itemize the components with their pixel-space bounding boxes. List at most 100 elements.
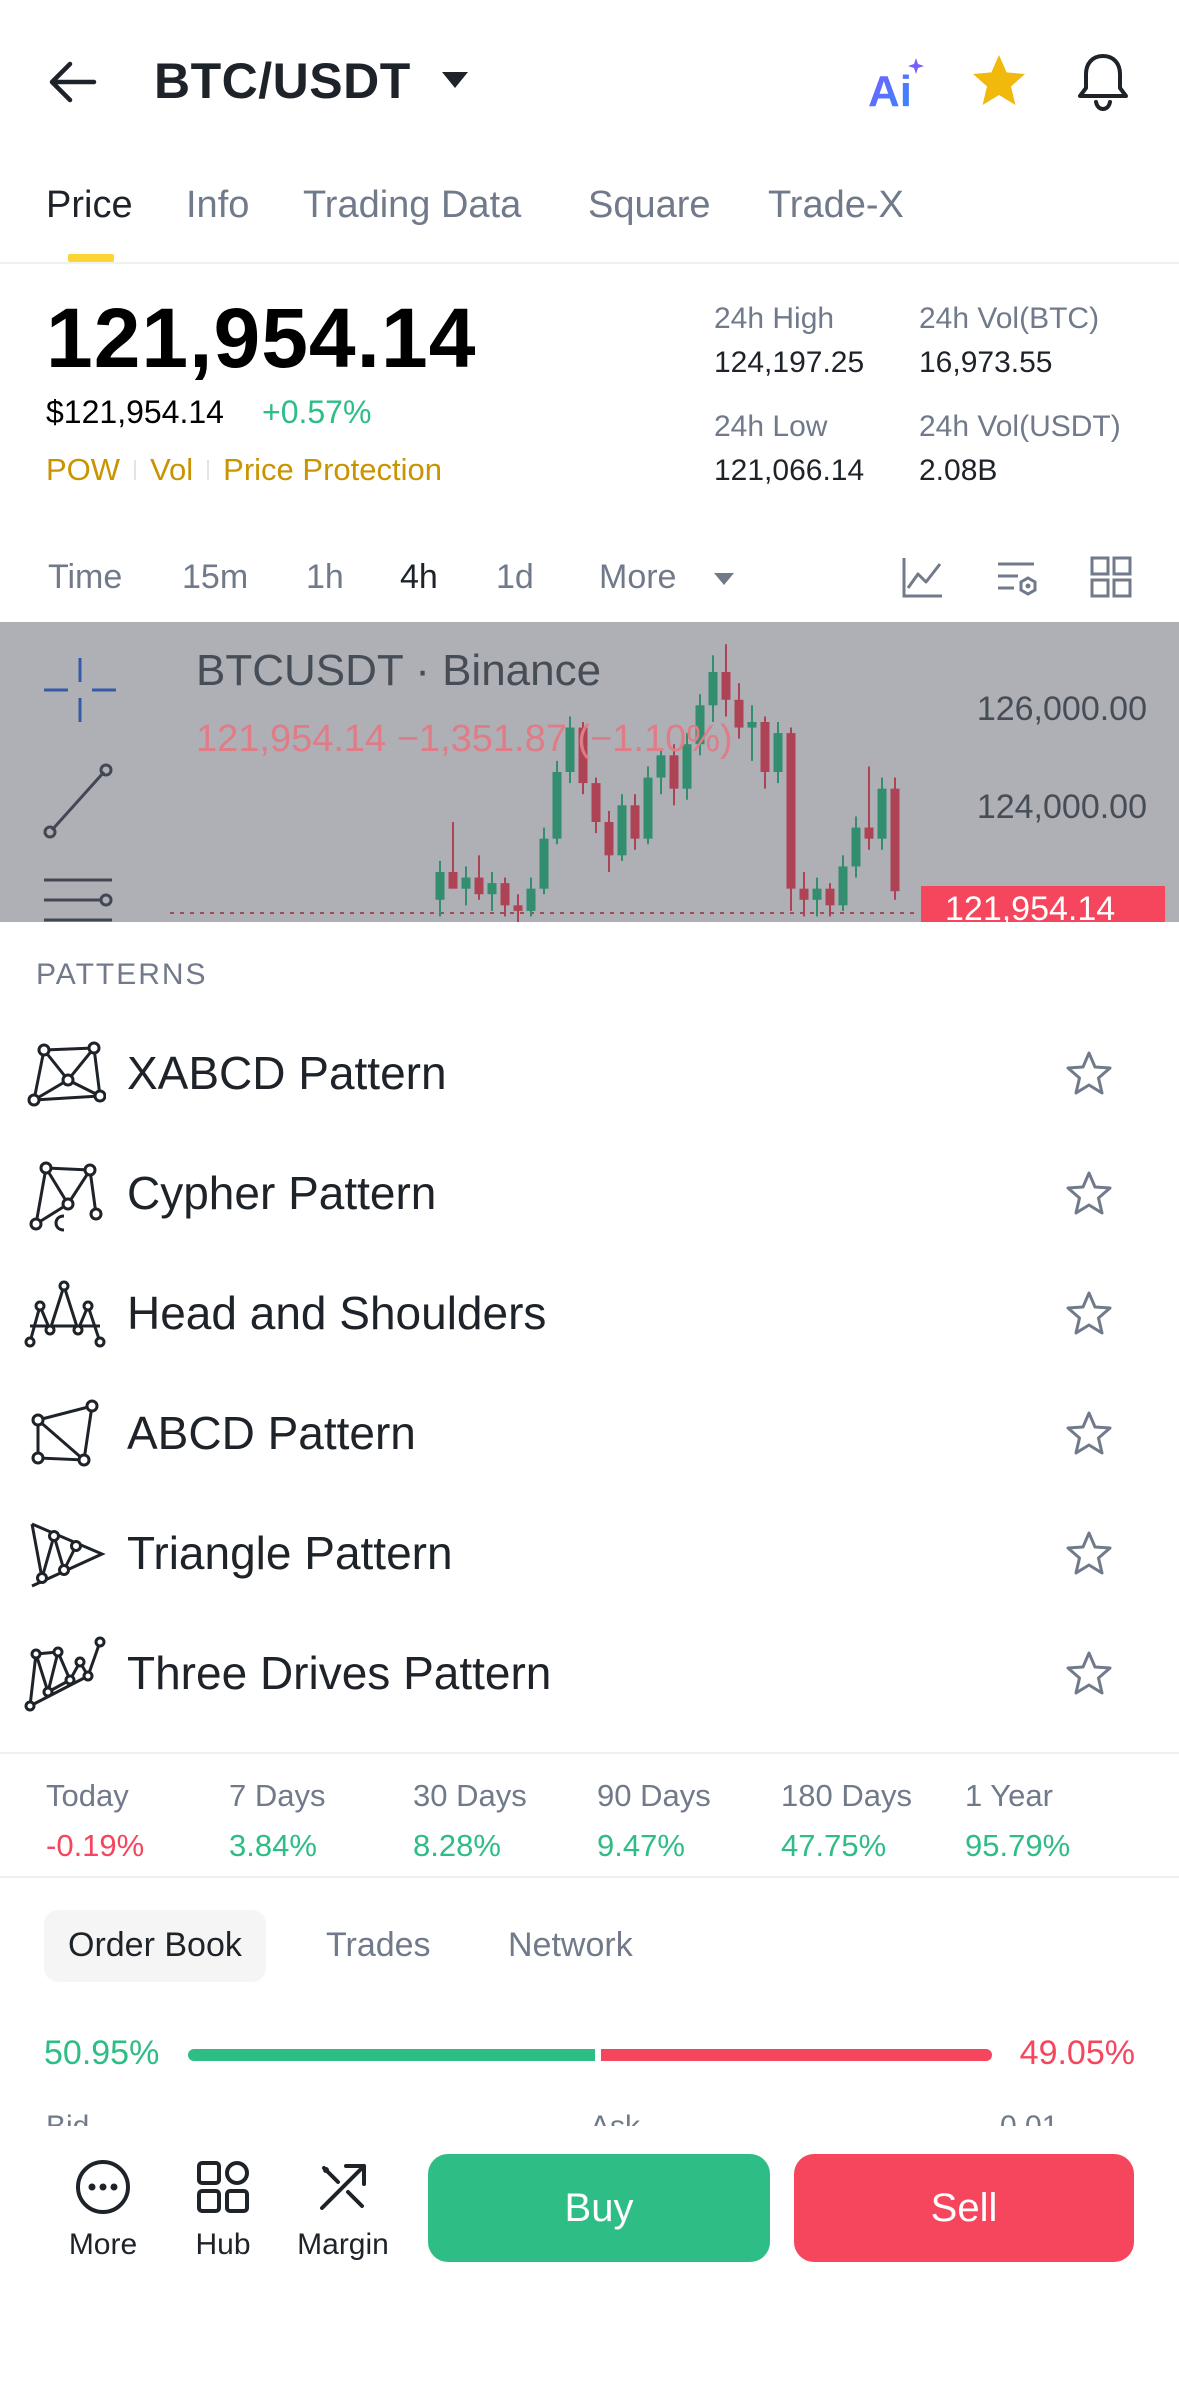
perf-value: -0.19% [46, 1828, 145, 1863]
star-outline-icon[interactable] [1065, 1290, 1113, 1336]
chart-subtitle: 121,954.14 −1,351.87 (−1.10%) [196, 718, 733, 760]
margin-icon [320, 2164, 366, 2210]
star-outline-icon[interactable] [1065, 1050, 1113, 1096]
pattern-item-head-and-shoulders[interactable]: Head and Shoulders [0, 1248, 1179, 1368]
indicator-chart-icon[interactable] [900, 554, 946, 600]
tab-square[interactable]: Square [588, 184, 711, 227]
interval-4h[interactable]: 4h [400, 558, 438, 597]
tab-trades[interactable]: Trades [302, 1910, 455, 1982]
tab-network[interactable]: Network [484, 1910, 657, 1982]
tag-price-protection[interactable]: Price Protection [223, 452, 442, 488]
main-tabs: Price Info Trading Data Square Trade-X [0, 180, 1179, 264]
pattern-item-three-drives[interactable]: Three Drives Pattern [0, 1608, 1179, 1728]
stat-24h-vol-usdt: 2.08B [919, 454, 998, 487]
caret-down-icon[interactable] [712, 570, 736, 588]
abcd-pattern-icon [31, 1399, 99, 1467]
caret-down-icon[interactable] [440, 68, 470, 92]
sell-ratio: 49.05% [1019, 2034, 1135, 2072]
ai-icon[interactable]: Ai [866, 56, 924, 110]
stat-24h-high-label: 24h High [714, 302, 835, 335]
interval-time[interactable]: Time [48, 558, 122, 597]
stat-24h-low: 121,066.14 [714, 454, 865, 487]
ai-icon-label: Ai [868, 67, 912, 110]
star-outline-icon[interactable] [1065, 1530, 1113, 1576]
back-arrow-icon[interactable] [44, 52, 104, 112]
cypher-pattern-icon [29, 1161, 103, 1232]
tab-trade-x[interactable]: Trade-X [768, 184, 904, 227]
sell-ratio-bar [601, 2049, 992, 2061]
pattern-label: Three Drives Pattern [127, 1647, 552, 1699]
stat-24h-vol-usdt-label: 24h Vol(USDT) [919, 410, 1121, 443]
triangle-pattern-icon [30, 1522, 106, 1588]
favorite-star-icon[interactable] [970, 52, 1028, 110]
bell-icon[interactable] [1074, 50, 1132, 112]
chart-title: BTCUSDT · Binance [196, 646, 602, 695]
head-shoulders-pattern-icon [24, 1280, 106, 1348]
pattern-label: XABCD Pattern [127, 1047, 447, 1099]
patterns-sheet: PATTERNS XABCD Pattern Cypher Pattern He… [0, 922, 1179, 1750]
pattern-item-triangle[interactable]: Triangle Pattern [0, 1488, 1179, 1608]
pattern-item-cypher[interactable]: Cypher Pattern [0, 1128, 1179, 1248]
pattern-label: Head and Shoulders [127, 1287, 547, 1339]
y-axis-tick: 126,000.00 [976, 690, 1147, 728]
more-dots-icon [76, 2160, 130, 2214]
perf-90-days: 90 Days 9.47% [597, 1778, 711, 1864]
ask-column-label: Ask [590, 2110, 640, 2126]
bid-column-label: Bid [46, 2110, 89, 2126]
stat-24h-low-label: 24h Low [714, 410, 828, 443]
buy-button[interactable]: Buy [428, 2154, 770, 2262]
pattern-item-abcd[interactable]: ABCD Pattern [0, 1368, 1179, 1488]
star-outline-icon[interactable] [1065, 1650, 1113, 1696]
buy-ratio-bar [188, 2049, 595, 2061]
tag-pow[interactable]: POW [46, 452, 120, 488]
more-button[interactable]: More [48, 2158, 158, 2262]
orderbook-header-peek: Bid Ask 0.01 [0, 2104, 1179, 2126]
hub-button[interactable]: Hub [168, 2158, 278, 2262]
margin-label: Margin [297, 2228, 389, 2261]
pattern-label: Triangle Pattern [127, 1527, 453, 1579]
perf-value: 3.84% [229, 1828, 317, 1863]
more-label: More [68, 2228, 138, 2261]
last-price: 121,954.14 [46, 291, 477, 385]
last-price-tag: 121,954.14 [921, 886, 1165, 922]
star-outline-icon[interactable] [1065, 1170, 1113, 1216]
perf-label: Today [46, 1778, 129, 1813]
price-chart[interactable]: BTCUSDT · Binance 121,954.14 −1,351.87 (… [0, 622, 1179, 922]
perf-today: Today -0.19% [46, 1778, 144, 1864]
tab-order-book[interactable]: Order Book [44, 1910, 266, 1982]
pattern-label: Cypher Pattern [127, 1167, 437, 1219]
interval-15m[interactable]: 15m [182, 558, 248, 597]
bottom-action-bar: More Hub Margin Buy Sell [0, 2126, 1179, 2396]
asset-tags: POW Vol Price Protection [46, 452, 442, 488]
hub-label: Hub [195, 2228, 251, 2261]
tag-vol[interactable]: Vol [150, 452, 193, 488]
top-header: BTC/USDT Ai [0, 0, 1179, 160]
three-drives-pattern-icon [24, 1636, 106, 1712]
interval-more[interactable]: More [599, 558, 676, 597]
y-axis-tick: 124,000.00 [976, 788, 1147, 826]
perf-label: 30 Days [413, 1778, 527, 1813]
sell-button[interactable]: Sell [794, 2154, 1134, 2262]
pattern-item-xabcd[interactable]: XABCD Pattern [0, 1008, 1179, 1128]
perf-value: 95.79% [965, 1828, 1071, 1863]
trading-pair-title[interactable]: BTC/USDT [154, 52, 411, 110]
perf-label: 180 Days [781, 1778, 912, 1813]
tab-price[interactable]: Price [46, 184, 133, 227]
stat-24h-high: 124,197.25 [714, 346, 865, 379]
interval-1h[interactable]: 1h [306, 558, 344, 597]
perf-value: 9.47% [597, 1828, 685, 1863]
precision-select[interactable]: 0.01 [1000, 2110, 1058, 2126]
grid-layout-icon[interactable] [1088, 554, 1134, 600]
performance-row: Today -0.19% 7 Days 3.84% 30 Days 8.28% … [0, 1752, 1179, 1878]
tab-info[interactable]: Info [186, 184, 249, 227]
perf-30-days: 30 Days 8.28% [413, 1778, 527, 1864]
star-outline-icon[interactable] [1065, 1410, 1113, 1456]
chart-settings-icon[interactable] [994, 554, 1040, 600]
interval-bar: Time 15m 1h 4h 1d More [0, 548, 1179, 608]
stat-24h-vol-btc: 16,973.55 [919, 346, 1053, 379]
interval-1d[interactable]: 1d [496, 558, 534, 597]
tag-divider [134, 460, 137, 480]
tab-trading-data[interactable]: Trading Data [303, 184, 521, 227]
xabcd-pattern-icon [27, 1041, 106, 1107]
margin-button[interactable]: Margin [288, 2158, 398, 2262]
